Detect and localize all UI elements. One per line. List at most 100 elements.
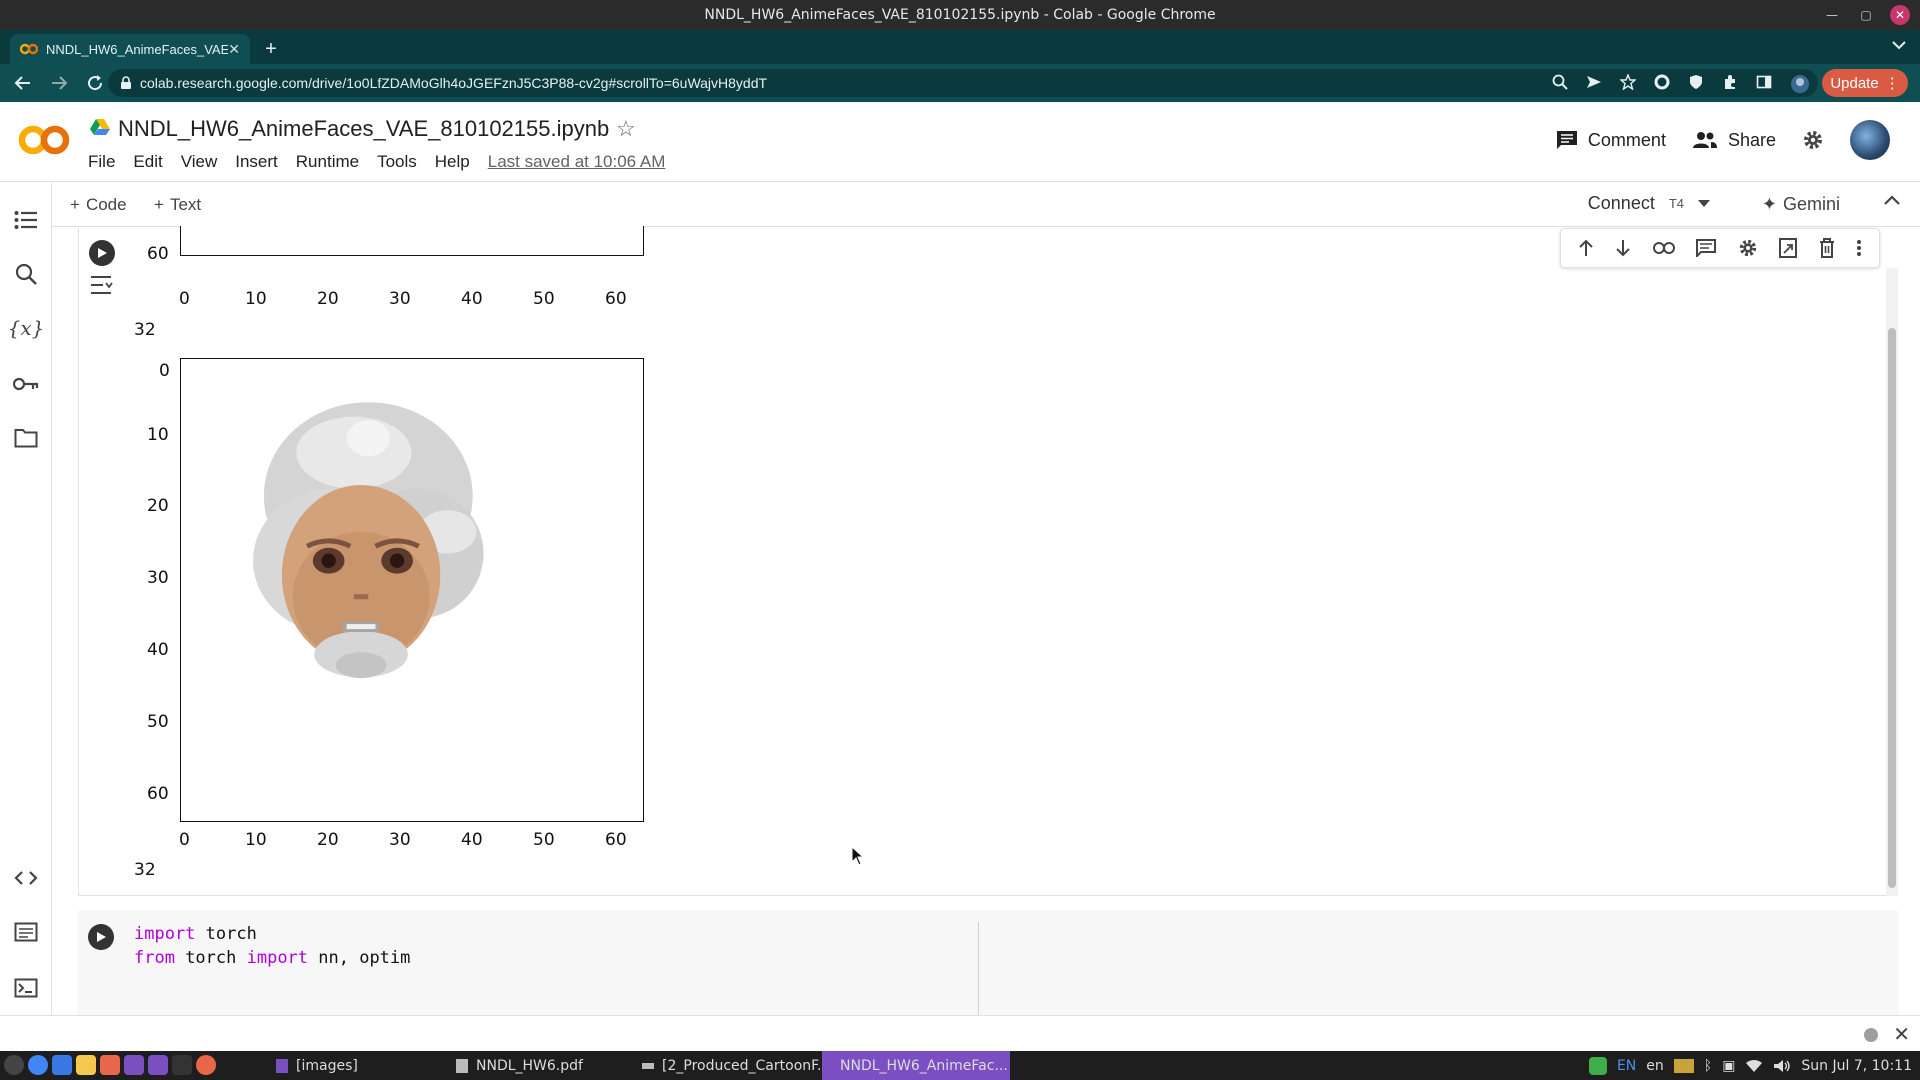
code-keyword: import	[246, 948, 309, 968]
menu-view[interactable]: View	[181, 152, 218, 172]
menu-bar: File Edit View Insert Runtime Tools Help…	[88, 152, 683, 172]
terminal-icon[interactable]	[13, 975, 39, 1001]
menu-tools[interactable]: Tools	[377, 152, 417, 172]
translate-launcher-icon[interactable]	[52, 1055, 72, 1075]
variables-icon[interactable]: {𝑥}	[8, 315, 45, 341]
menu-help[interactable]: Help	[435, 152, 470, 172]
send-icon[interactable]	[1586, 74, 1602, 94]
extensions-puzzle-icon[interactable]	[1722, 74, 1738, 94]
notebook-toolbar: + Code + Text Connect T4 ✦ Gemini	[52, 183, 1920, 227]
code-editor[interactable]: import torch from torch import nn, optim	[134, 922, 410, 970]
more-actions-icon[interactable]	[1856, 239, 1862, 257]
profile-avatar-icon[interactable]	[1790, 74, 1810, 94]
delete-icon[interactable]	[1819, 238, 1835, 258]
run-cell-button[interactable]	[89, 240, 115, 266]
app-launcher-icon[interactable]	[100, 1055, 120, 1075]
connect-dropdown-icon[interactable]	[1698, 199, 1710, 208]
search-icon[interactable]	[13, 261, 39, 287]
cell-settings-icon[interactable]	[1738, 238, 1758, 258]
xtick-label: 20	[317, 830, 339, 850]
notebook-title[interactable]: NNDL_HW6_AnimeFaces_VAE_810102155.ipynb	[118, 116, 609, 142]
update-button[interactable]: Update ⋮	[1822, 69, 1908, 97]
xtick-label: 0	[179, 289, 190, 309]
user-avatar[interactable]	[1850, 120, 1890, 160]
xtick-label: 40	[461, 830, 483, 850]
clock[interactable]: Sun Jul 7, 10:11	[1801, 1058, 1912, 1074]
code-cell[interactable]: import torch from torch import nn, optim	[78, 910, 1898, 1016]
extension-circle-icon[interactable]	[1654, 74, 1670, 94]
back-icon[interactable]	[10, 70, 36, 96]
comment-cell-icon[interactable]	[1696, 239, 1717, 257]
forward-icon[interactable]	[46, 70, 72, 96]
new-tab-icon[interactable]: +	[260, 38, 282, 60]
screen-launcher-icon[interactable]	[124, 1055, 144, 1075]
minimize-icon[interactable]: —	[1822, 5, 1842, 25]
share-button[interactable]: Share	[1692, 130, 1776, 151]
volume-icon[interactable]	[1773, 1059, 1791, 1073]
output-scrollbar[interactable]	[1886, 268, 1898, 896]
move-up-icon[interactable]	[1578, 239, 1594, 257]
taskbar-window[interactable]: [images]	[266, 1051, 368, 1080]
star-icon[interactable]: ☆	[616, 116, 636, 142]
taskbar-window[interactable]: [2_Produced_CartoonF...	[632, 1051, 840, 1080]
output-text: 32	[134, 860, 156, 880]
zoom-icon[interactable]	[1552, 74, 1568, 94]
files-folder-icon[interactable]	[13, 425, 39, 451]
close-panel-icon[interactable]: ✕	[1893, 1022, 1910, 1047]
table-of-contents-icon[interactable]	[13, 207, 39, 233]
move-down-icon[interactable]	[1615, 239, 1631, 257]
menu-insert[interactable]: Insert	[235, 152, 278, 172]
files-launcher-icon[interactable]	[148, 1055, 168, 1075]
keyboard-layout-secondary[interactable]: en	[1646, 1058, 1664, 1074]
last-saved-link[interactable]: Last saved at 10:06 AM	[488, 152, 666, 172]
menu-runtime[interactable]: Runtime	[296, 152, 359, 172]
google-drive-icon[interactable]	[90, 118, 110, 136]
add-text-button[interactable]: + Text	[154, 195, 201, 215]
code-snippets-icon[interactable]	[13, 865, 39, 891]
bookmark-star-icon[interactable]	[1620, 74, 1636, 94]
update-check-icon[interactable]	[1588, 1056, 1607, 1075]
output-toggle-icon[interactable]	[89, 274, 115, 296]
terminal-launcher-icon[interactable]	[172, 1055, 192, 1075]
site-info-icon[interactable]	[120, 76, 132, 90]
ubuntu-launcher-icon[interactable]	[196, 1055, 216, 1075]
maximize-icon[interactable]: ▢	[1856, 5, 1876, 25]
clipboard-icon[interactable]: ▣	[1722, 1058, 1735, 1074]
command-palette-icon[interactable]	[13, 919, 39, 945]
colab-header: NNDL_HW6_AnimeFaces_VAE_810102155.ipynb …	[0, 102, 1920, 182]
colab-logo[interactable]	[16, 122, 72, 158]
scrollbar-thumb[interactable]	[1888, 328, 1896, 888]
add-code-button[interactable]: + Code	[70, 195, 127, 215]
display-icon[interactable]	[1673, 1058, 1694, 1073]
run-cell-button[interactable]	[88, 924, 114, 950]
mirror-cell-icon[interactable]	[1779, 238, 1798, 258]
secrets-key-icon[interactable]	[13, 371, 39, 397]
bluetooth-icon[interactable]: ᛒ	[1704, 1058, 1712, 1074]
plot-frame-top	[180, 226, 644, 256]
connect-label: Connect	[1587, 193, 1655, 213]
taskbar-window-active[interactable]: NNDL_HW6_AnimeFac...	[822, 1051, 1010, 1080]
settings-gear-icon[interactable]	[1802, 129, 1824, 151]
keyboard-layout[interactable]: EN	[1617, 1058, 1636, 1074]
notes-launcher-icon[interactable]	[76, 1055, 96, 1075]
close-icon[interactable]: ✕	[1890, 5, 1910, 25]
network-icon[interactable]	[1745, 1059, 1763, 1073]
reload-icon[interactable]	[82, 70, 108, 96]
gemini-button[interactable]: ✦ Gemini	[1762, 194, 1840, 215]
side-panel-icon[interactable]	[1756, 74, 1772, 94]
link-icon[interactable]	[1652, 242, 1675, 254]
plus-icon: +	[70, 195, 80, 214]
collapse-header-icon[interactable]	[1884, 195, 1900, 205]
menu-file[interactable]: File	[88, 152, 115, 172]
chrome-launcher-icon[interactable]	[28, 1055, 48, 1075]
apps-menu-icon[interactable]	[4, 1055, 24, 1075]
browser-tab[interactable]: NNDL_HW6_AnimeFaces_VAE ✕	[10, 34, 250, 64]
tab-search-icon[interactable]	[1892, 40, 1906, 50]
menu-edit[interactable]: Edit	[133, 152, 162, 172]
comment-button[interactable]: Comment	[1556, 130, 1666, 151]
image-viewer-icon	[642, 1062, 654, 1069]
taskbar-window[interactable]: NNDL_HW6.pdf	[446, 1051, 593, 1080]
tab-close-icon[interactable]: ✕	[228, 41, 240, 58]
shield-extension-icon[interactable]	[1688, 74, 1704, 94]
connect-button[interactable]: Connect T4	[1588, 193, 1710, 214]
